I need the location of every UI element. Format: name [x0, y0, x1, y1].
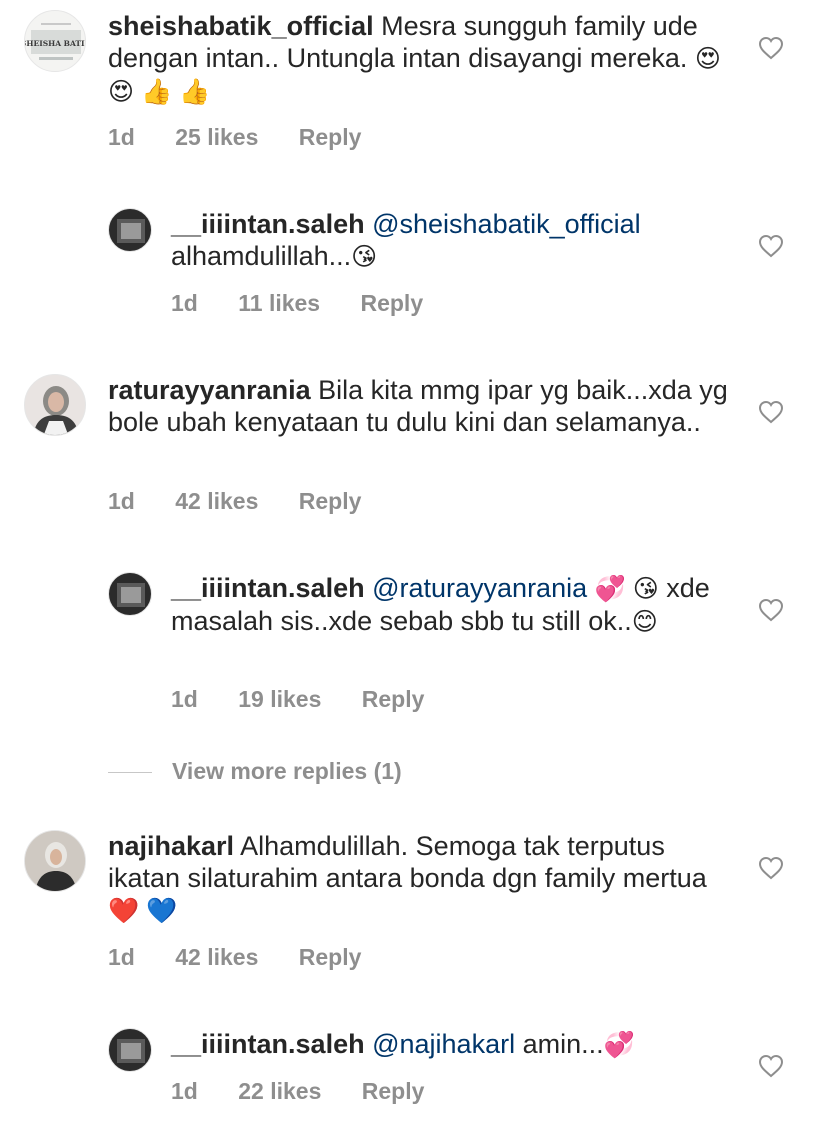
comment-meta: 1d 25 likes Reply [108, 124, 361, 151]
reply-button[interactable]: Reply [299, 944, 362, 971]
emojis: 😊 [631, 608, 658, 636]
username[interactable]: __iiiintan.saleh [171, 209, 365, 239]
view-more-replies-button[interactable]: View more replies (1) [108, 758, 402, 785]
emojis: 💞 [603, 1031, 635, 1059]
username[interactable]: najihakarl [108, 831, 234, 861]
timestamp: 1d [171, 686, 198, 712]
timestamp: 1d [108, 944, 135, 970]
avatar[interactable] [108, 208, 152, 252]
comment-meta: 1d 42 likes Reply [108, 488, 361, 515]
heart-outline-icon[interactable] [758, 36, 784, 60]
like-count[interactable]: 11 likes [238, 290, 320, 317]
sheisha-batik-logo: SHEISHA BATIK [25, 23, 86, 60]
svg-text:SHEISHA BATIK: SHEISHA BATIK [25, 39, 86, 48]
comment-body: amin... [522, 1029, 604, 1059]
avatar-image [25, 831, 85, 891]
emojis: 💞 😘 [594, 575, 659, 603]
heart-outline-icon[interactable] [758, 400, 784, 424]
like-count[interactable]: 42 likes [175, 944, 258, 971]
comment-meta: 1d 22 likes Reply [171, 1078, 424, 1105]
divider-line [108, 772, 152, 774]
comment-meta: 1d 19 likes Reply [171, 686, 424, 713]
avatar[interactable] [108, 1028, 152, 1072]
avatar[interactable] [108, 572, 152, 616]
avatar-image [117, 1039, 145, 1063]
timestamp: 1d [171, 1078, 198, 1104]
timestamp: 1d [108, 488, 135, 514]
username[interactable]: __iiiintan.saleh [171, 573, 365, 603]
comment-text: __iiiintan.saleh @raturayyanrania 💞 😘 xd… [171, 572, 731, 638]
comment-text: najihakarl Alhamdulillah. Semoga tak ter… [108, 830, 728, 927]
username[interactable]: sheishabatik_official [108, 11, 374, 41]
reply-button[interactable]: Reply [299, 488, 362, 515]
view-more-label: View more replies (1) [172, 758, 402, 784]
reply-button[interactable]: Reply [299, 124, 362, 151]
heart-outline-icon[interactable] [758, 1054, 784, 1078]
timestamp: 1d [171, 290, 198, 316]
avatar[interactable] [24, 374, 86, 436]
avatar-image [33, 386, 79, 435]
heart-outline-icon[interactable] [758, 598, 784, 622]
heart-outline-icon[interactable] [758, 856, 784, 880]
comment-text: raturayyanrania Bila kita mmg ipar yg ba… [108, 374, 728, 438]
like-count[interactable]: 22 likes [238, 1078, 321, 1105]
avatar-image [117, 583, 145, 607]
avatar-image [117, 219, 145, 243]
comment-text: __iiiintan.saleh @najihakarl amin...💞 [171, 1028, 731, 1061]
comment-meta: 1d 11 likes Reply [171, 290, 423, 317]
reply-button[interactable]: Reply [362, 686, 425, 713]
username[interactable]: raturayyanrania [108, 375, 311, 405]
avatar[interactable]: SHEISHA BATIK [24, 10, 86, 72]
timestamp: 1d [108, 124, 135, 150]
heart-outline-icon[interactable] [758, 234, 784, 258]
comment-meta: 1d 42 likes Reply [108, 944, 361, 971]
emojis: ❤️ 💙 [108, 897, 178, 925]
like-count[interactable]: 42 likes [175, 488, 258, 515]
reply-button[interactable]: Reply [362, 1078, 425, 1105]
username[interactable]: __iiiintan.saleh [171, 1029, 365, 1059]
like-count[interactable]: 19 likes [238, 686, 321, 713]
mention-link[interactable]: @sheishabatik_official [372, 209, 641, 239]
comment-text: sheishabatik_official Mesra sungguh fami… [108, 10, 728, 108]
emojis: 😘 [351, 243, 378, 271]
comment-body: alhamdulillah... [171, 241, 352, 271]
mention-link[interactable]: @najihakarl [372, 1029, 515, 1059]
mention-link[interactable]: @raturayyanrania [372, 573, 587, 603]
reply-button[interactable]: Reply [360, 290, 423, 317]
avatar[interactable] [24, 830, 86, 892]
like-count[interactable]: 25 likes [175, 124, 258, 151]
comment-text: __iiiintan.saleh @sheishabatik_official … [171, 208, 731, 273]
